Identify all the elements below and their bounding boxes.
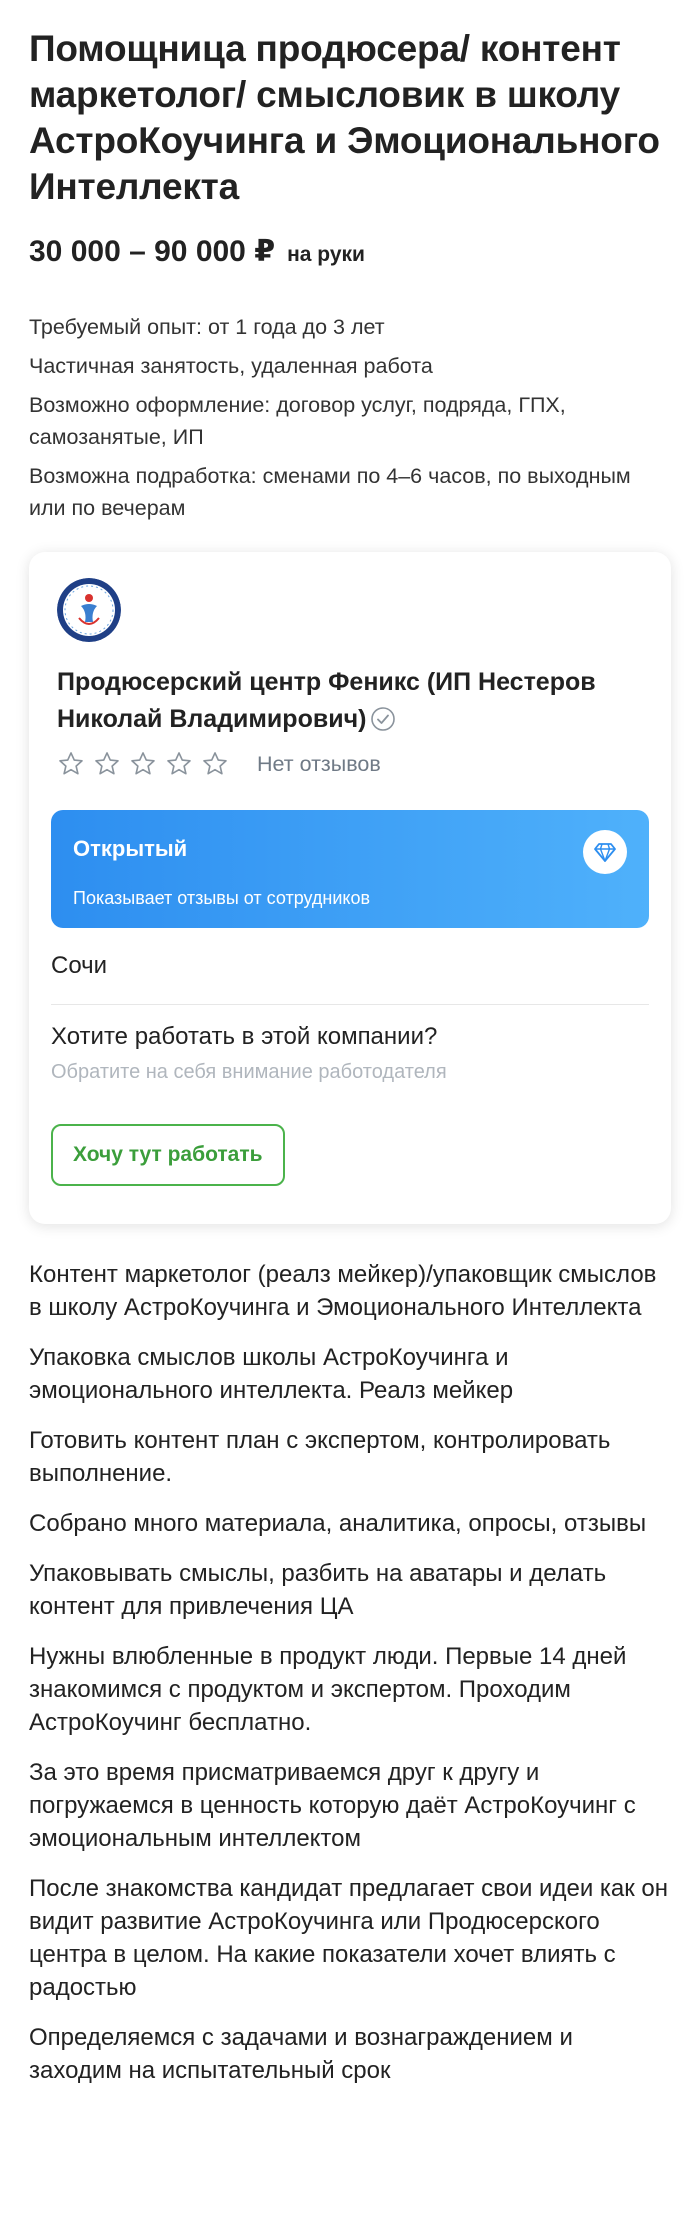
rating-row[interactable]: Нет отзывов bbox=[57, 750, 649, 778]
divider bbox=[51, 1004, 649, 1005]
salary-range: 30 000 – 90 000 ₽ bbox=[29, 235, 276, 268]
description-paragraph: Упаковывать смыслы, разбить на аватары и… bbox=[29, 1560, 607, 1620]
salary-note: на руки bbox=[287, 243, 365, 266]
star-icon bbox=[95, 752, 119, 775]
vacancy-title: Помощница продюсера/ контент маркетолог/… bbox=[29, 28, 660, 207]
description-paragraph: Готовить контент план с экспертом, контр… bbox=[29, 1427, 611, 1487]
diamond-icon bbox=[583, 830, 627, 874]
description-paragraph: За это время присматриваемся друг к друг… bbox=[29, 1759, 636, 1852]
company-card: Продюсерский центр Феникс (ИП Нестеров Н… bbox=[29, 552, 671, 1224]
vacancy-meta: Требуемый опыт: от 1 года до 3 лет Части… bbox=[29, 311, 671, 524]
contract-text: Возможно оформление: договор услуг, подр… bbox=[29, 393, 566, 449]
want-to-work-button[interactable]: Хочу тут работать bbox=[51, 1124, 285, 1186]
open-banner-title: Открытый bbox=[73, 836, 188, 861]
open-banner-subtitle: Показывает отзывы от сотрудников bbox=[73, 888, 371, 908]
no-reviews-text: Нет отзывов bbox=[257, 751, 381, 776]
salary: 30 000 – 90 000 ₽ на руки bbox=[29, 234, 671, 269]
experience-text: Требуемый опыт: от 1 года до 3 лет bbox=[29, 315, 385, 339]
company-name[interactable]: Продюсерский центр Феникс (ИП Нестеров Н… bbox=[57, 668, 596, 733]
star-icon bbox=[203, 752, 227, 775]
employment-text: Частичная занятость, удаленная работа bbox=[29, 354, 433, 378]
description-paragraph: Нужны влюбленные в продукт люди. Первые … bbox=[29, 1643, 627, 1736]
side-job-text: Возможна подработка: сменами по 4–6 часо… bbox=[29, 464, 631, 520]
vacancy-description: Контент маркетолог (реалз мейкер)/упаков… bbox=[29, 1258, 671, 2087]
description-paragraph: Контент маркетолог (реалз мейкер)/упаков… bbox=[29, 1261, 657, 1321]
vacancy-page: Помощница продюсера/ контент маркетолог/… bbox=[0, 0, 700, 2087]
company-name-row[interactable]: Продюсерский центр Феникс (ИП Нестеров Н… bbox=[57, 664, 649, 738]
description-paragraph: Упаковка смыслов школы АстроКоучинга и э… bbox=[29, 1344, 514, 1404]
description-paragraph: После знакомства кандидат предлагает сво… bbox=[29, 1875, 669, 2001]
open-company-banner[interactable]: Открытый Показывает отзывы от сотруднико… bbox=[51, 810, 649, 928]
description-paragraph: Собрано много материала, аналитика, опро… bbox=[29, 1510, 647, 1537]
star-icon bbox=[131, 752, 155, 775]
company-city: Сочи bbox=[51, 952, 108, 979]
verified-check-icon bbox=[371, 707, 396, 731]
star-icon bbox=[167, 752, 191, 775]
company-logo[interactable] bbox=[57, 578, 121, 642]
star-icon bbox=[59, 752, 83, 775]
want-to-work-subtitle: Обратите на себя внимание работодателя bbox=[51, 1061, 447, 1083]
want-to-work-title: Хотите работать в этой компании? bbox=[51, 1023, 438, 1050]
description-paragraph: Определяемся с задачами и вознаграждение… bbox=[29, 2024, 573, 2084]
